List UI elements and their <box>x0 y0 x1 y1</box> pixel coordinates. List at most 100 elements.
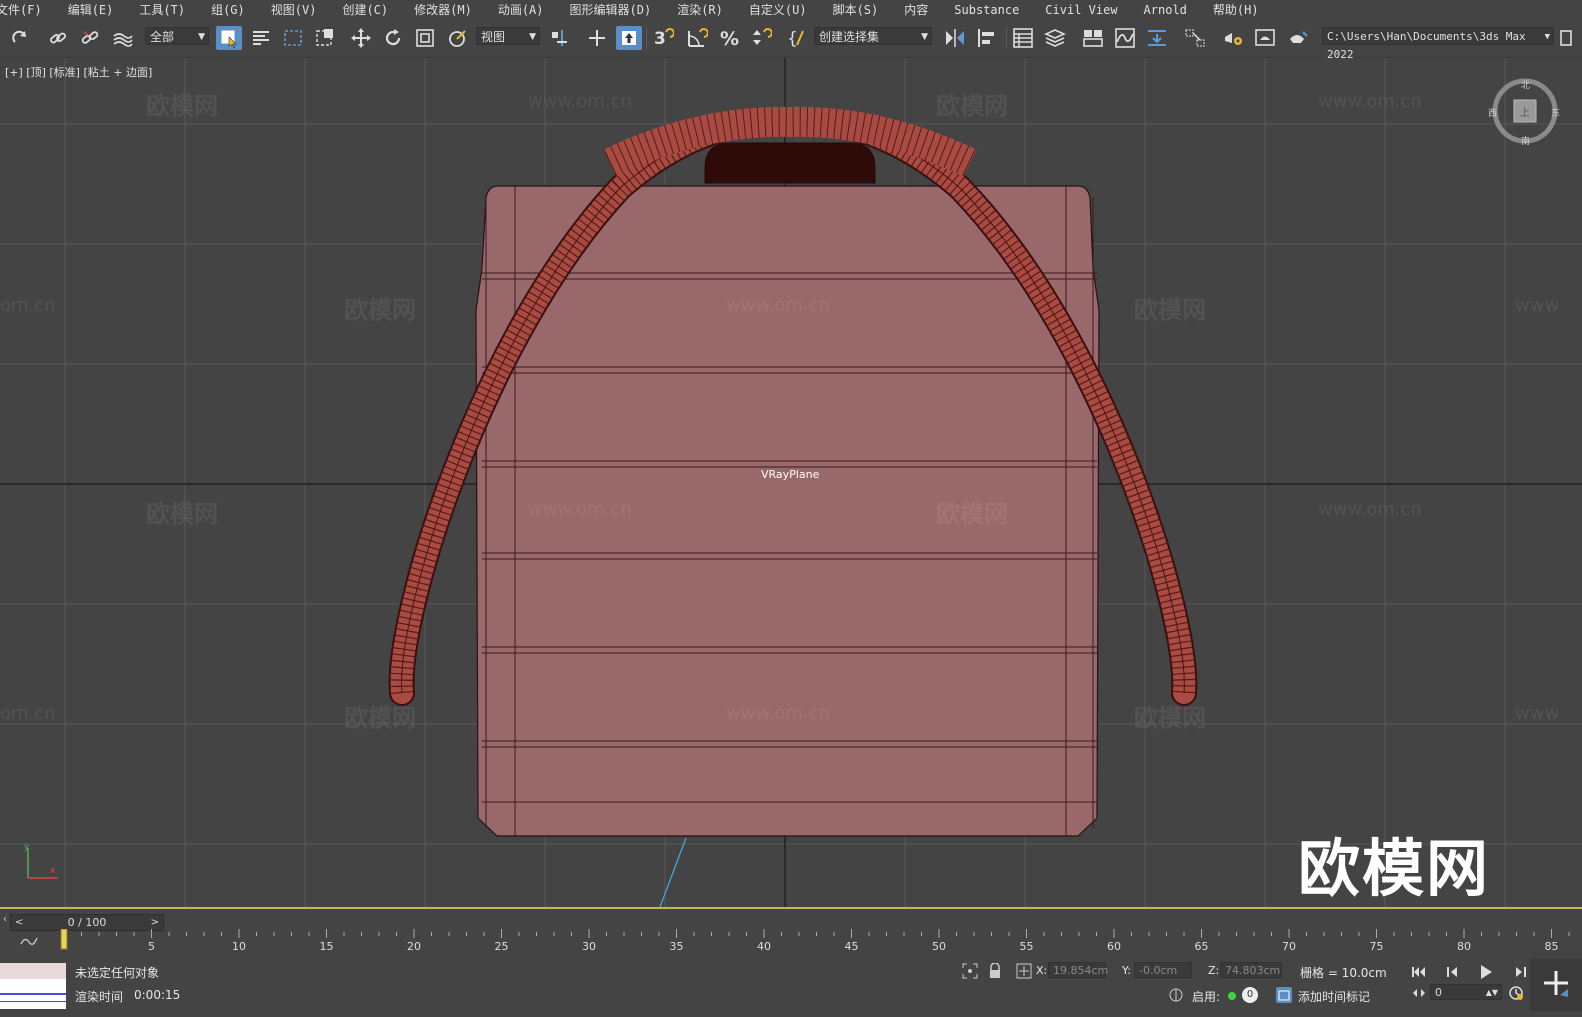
menu-item[interactable]: 帮助(H) <box>1200 1 1272 18</box>
reference-coord-dropdown[interactable]: 视图 ▼ <box>476 27 540 45</box>
rotate-icon[interactable] <box>380 26 406 50</box>
align-icon[interactable] <box>974 26 1000 50</box>
compass-east[interactable]: 东 <box>1551 106 1560 119</box>
previous-frame-icon[interactable] <box>1445 965 1461 979</box>
menu-item[interactable]: 组(G) <box>198 1 258 18</box>
compass-south[interactable]: 南 <box>1521 134 1530 147</box>
selection-filter-dropdown[interactable]: 全部 ▼ <box>145 27 209 45</box>
time-tag-icon[interactable] <box>1276 987 1292 1003</box>
watermark-url: www.om.cn <box>528 91 632 112</box>
enable-label: 启用: <box>1192 990 1221 1004</box>
scene-explorer-icon[interactable] <box>1010 26 1036 50</box>
compass-west[interactable]: 西 <box>1488 106 1497 119</box>
select-object-icon[interactable] <box>216 26 242 50</box>
rendered-frame-window-icon[interactable] <box>1252 26 1278 50</box>
menu-item[interactable]: 文件(F) <box>0 1 55 18</box>
link-icon[interactable] <box>46 26 70 50</box>
z-coordinate-field[interactable]: 74.803cm <box>1220 962 1282 978</box>
angle-snap-icon[interactable] <box>684 26 710 50</box>
scale-icon[interactable] <box>412 26 438 50</box>
curve-editor-icon[interactable] <box>1112 26 1138 50</box>
select-by-name-icon[interactable] <box>248 26 274 50</box>
menu-item[interactable]: Arnold <box>1131 3 1200 17</box>
create-panel-button[interactable] <box>1530 959 1582 1011</box>
percent-snap-icon[interactable]: % <box>716 26 742 50</box>
edit-named-selection-icon[interactable]: { <box>786 26 810 50</box>
x-coordinate-field[interactable]: 19.854cm <box>1048 962 1108 978</box>
x-label: X: <box>1036 964 1048 977</box>
object-label-vrayplane[interactable]: VRayPlane <box>761 468 819 481</box>
render-setup-icon[interactable] <box>1220 26 1246 50</box>
watermark-url-partial: www. <box>1515 295 1564 316</box>
watermark-url: www.om.cn <box>1318 499 1422 520</box>
absolute-mode-icon[interactable] <box>1016 963 1032 979</box>
time-configuration-icon[interactable] <box>1508 985 1524 1001</box>
viewport-canvas <box>0 58 1582 907</box>
timeline-tick-label: 60 <box>1107 940 1121 953</box>
y-coordinate-field[interactable]: -0.0cm <box>1134 962 1192 978</box>
isolate-selection-icon[interactable] <box>962 963 978 979</box>
add-time-tag-button[interactable]: 添加时间标记 <box>1298 988 1370 1005</box>
keyboard-shortcut-override-icon[interactable] <box>616 26 642 50</box>
bind-spacewarp-icon[interactable] <box>110 26 136 50</box>
viewcube-face-top[interactable]: 上 <box>1520 104 1530 119</box>
menu-item[interactable]: Substance <box>941 3 1032 17</box>
watermark-logo: 欧模网 <box>1298 832 1491 905</box>
redo-icon[interactable] <box>8 26 34 50</box>
menu-item[interactable]: 修改器(M) <box>401 1 485 18</box>
schematic-view-icon[interactable] <box>1144 26 1170 50</box>
watermark-cn: 欧模网 <box>344 296 416 324</box>
viewport-top[interactable]: [+] [顶] [标准] [粘土 + 边面] VRayPlane 欧模网 www… <box>0 58 1582 909</box>
menu-item[interactable]: 视图(V) <box>258 1 330 18</box>
current-frame-marker[interactable] <box>60 929 68 950</box>
unlink-icon[interactable] <box>78 26 102 50</box>
maxscript-listener-mini[interactable] <box>0 963 66 1009</box>
project-path-dropdown[interactable]: C:\Users\Han\Documents\3ds Max 2022 ▼ <box>1322 27 1554 61</box>
pivot-center-icon[interactable] <box>546 26 572 50</box>
menu-item[interactable]: 脚本(S) <box>820 1 892 18</box>
menu-item[interactable]: 编辑(E) <box>55 1 127 18</box>
menu-item[interactable]: 自定义(U) <box>736 1 820 18</box>
mini-curve-editor-icon[interactable] <box>20 933 38 947</box>
compass-north[interactable]: 北 <box>1521 78 1530 91</box>
slider-right-arrow-icon[interactable]: > <box>151 915 159 930</box>
named-selection-dropdown[interactable]: 创建选择集 ▼ <box>814 27 932 45</box>
timeline-tick-label: 85 <box>1545 940 1559 953</box>
menu-item[interactable]: 图形编辑器(D) <box>557 1 665 18</box>
window-crossing-icon[interactable] <box>312 26 338 50</box>
project-folder-icon[interactable] <box>1557 26 1577 50</box>
key-mode-icon[interactable] <box>1412 986 1426 1000</box>
spinner-snap-icon[interactable] <box>748 26 774 50</box>
rect-selection-icon[interactable] <box>280 26 306 50</box>
selection-lock-icon[interactable] <box>988 962 1002 979</box>
viewcube[interactable]: 北 南 东 西 上 <box>1488 76 1560 147</box>
snaps-toggle-icon[interactable]: 3 <box>650 26 676 50</box>
render-production-icon[interactable] <box>1284 26 1310 50</box>
placement-icon[interactable] <box>444 26 470 50</box>
toggle-ribbon-icon[interactable] <box>1080 26 1106 50</box>
menu-item[interactable]: 创建(C) <box>329 1 401 18</box>
move-icon[interactable] <box>348 26 374 50</box>
z-label: Z: <box>1208 964 1220 977</box>
menu-item[interactable]: 工具(T) <box>126 1 198 18</box>
watermark-cn: 欧模网 <box>936 500 1008 528</box>
next-frame-icon[interactable] <box>1512 965 1528 979</box>
enable-count-badge[interactable]: 0 <box>1242 987 1258 1003</box>
timeline-ruler[interactable]: 5 10 15 20 25 30 35 40 45 50 55 60 65 70 75 80 85 <box>60 929 1570 957</box>
material-editor-icon[interactable] <box>1182 26 1208 50</box>
axis-y-label: y <box>24 842 30 852</box>
slider-left-arrow-icon[interactable]: < <box>15 915 23 930</box>
play-icon[interactable] <box>1478 964 1494 980</box>
layer-explorer-icon[interactable] <box>1042 26 1068 50</box>
menu-item[interactable]: 渲染(R) <box>664 1 736 18</box>
menu-item[interactable]: 动画(A) <box>485 1 557 18</box>
go-to-start-icon[interactable] <box>1411 965 1427 979</box>
current-frame-field[interactable]: 0 ▲▼ <box>1430 984 1502 1000</box>
select-manipulate-icon[interactable] <box>584 26 610 50</box>
viewport-label[interactable]: [+] [顶] [标准] [粘土 + 边面] <box>5 64 152 80</box>
mirror-icon[interactable] <box>942 26 968 50</box>
time-slider-prev-icon[interactable]: ‹ <box>0 914 10 929</box>
menu-item[interactable]: 内容 <box>891 1 941 18</box>
menu-item[interactable]: Civil View <box>1032 3 1130 17</box>
adaptive-degradation-icon[interactable] <box>1168 987 1184 1003</box>
